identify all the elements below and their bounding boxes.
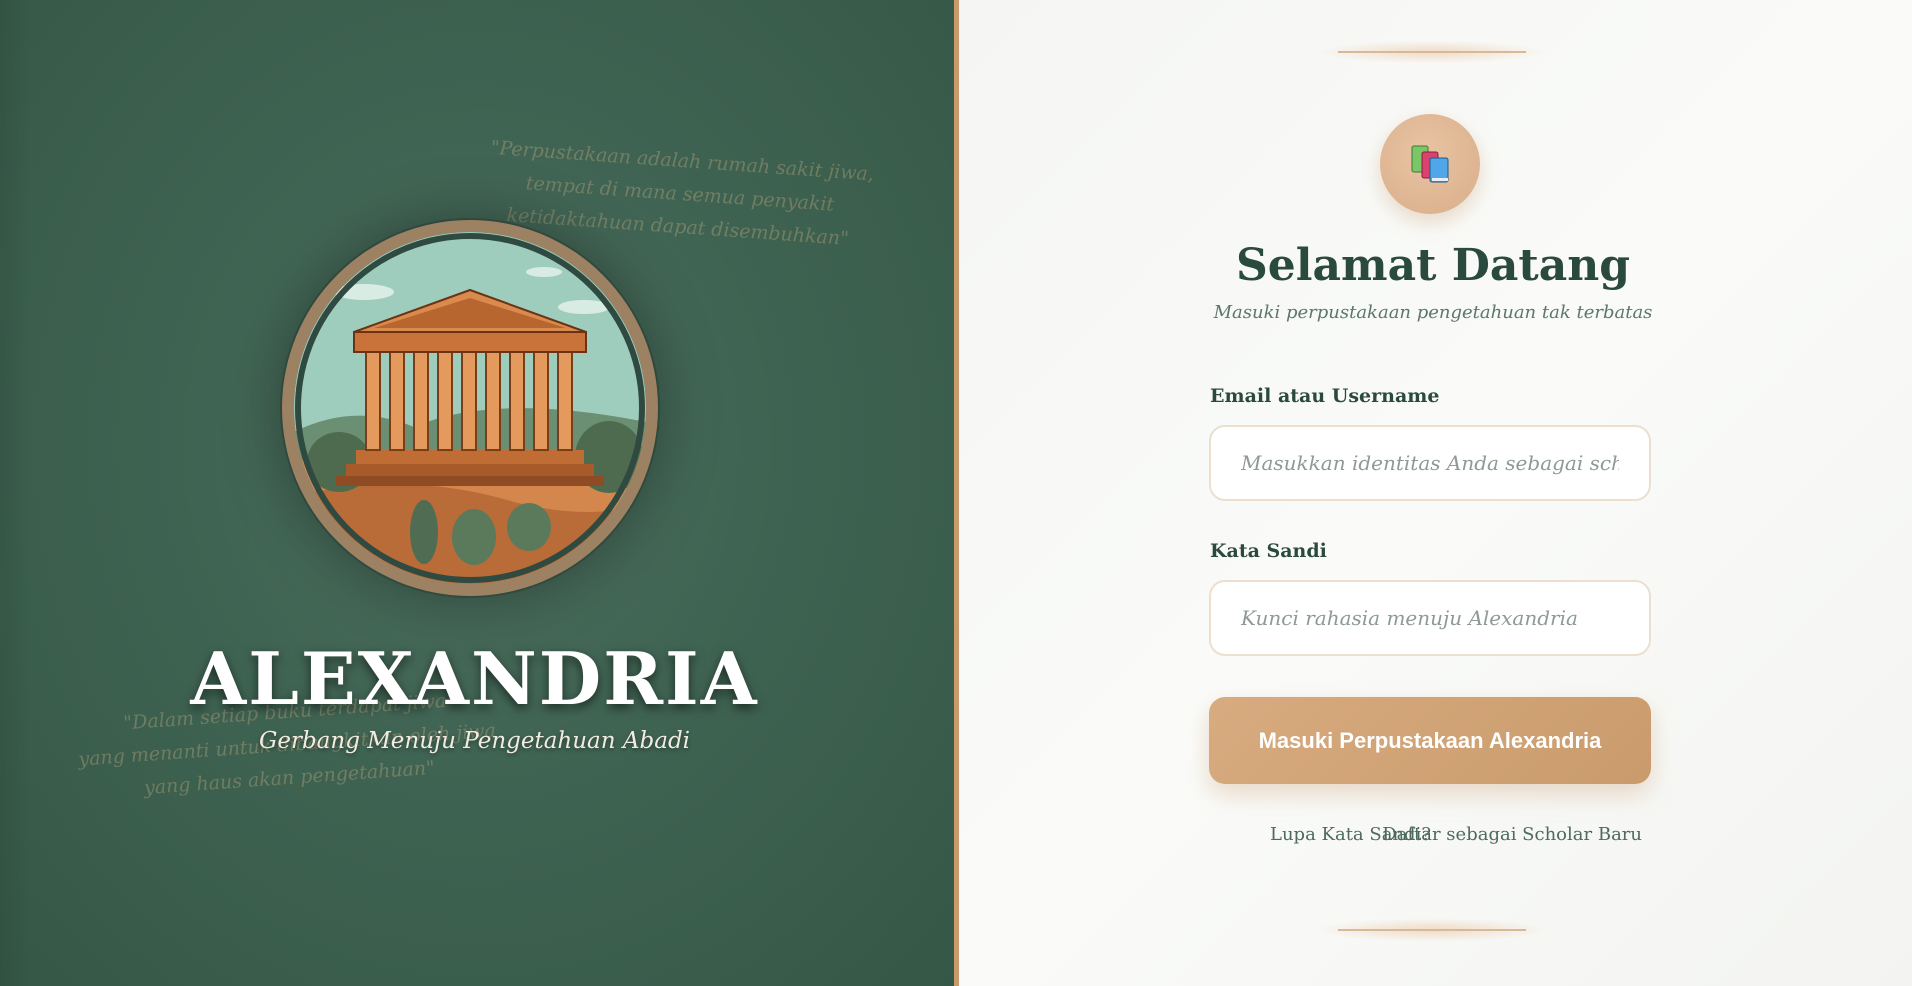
login-button[interactable]: Masuki Perpustakaan Alexandria (1209, 697, 1651, 784)
top-divider (1312, 40, 1552, 64)
books-icon (1380, 114, 1480, 214)
welcome-title: Selamat Datang (1236, 240, 1630, 291)
password-input[interactable] (1209, 580, 1651, 656)
brand-title: ALEXANDRIA (190, 636, 759, 721)
password-label: Kata Sandi (1210, 540, 1327, 562)
bottom-divider (1312, 918, 1552, 942)
brand-subtitle: Gerbang Menuju Pengetahuan Abadi (258, 728, 691, 754)
email-label: Email atau Username (1210, 385, 1440, 407)
temple-emblem (282, 220, 658, 596)
register-link[interactable]: Daftar sebagai Scholar Baru (1352, 824, 1642, 846)
email-input[interactable] (1209, 425, 1651, 501)
register-link-label: Daftar sebagai Scholar Baru (1382, 824, 1642, 845)
greek-temple-icon (294, 232, 646, 584)
welcome-tagline: Masuki perpustakaan pengetahuan tak terb… (1213, 302, 1653, 323)
login-page: "Perpustakaan adalah rumah sakit jiwa, t… (0, 0, 1912, 986)
brand-panel: "Perpustakaan adalah rumah sakit jiwa, t… (0, 0, 959, 986)
